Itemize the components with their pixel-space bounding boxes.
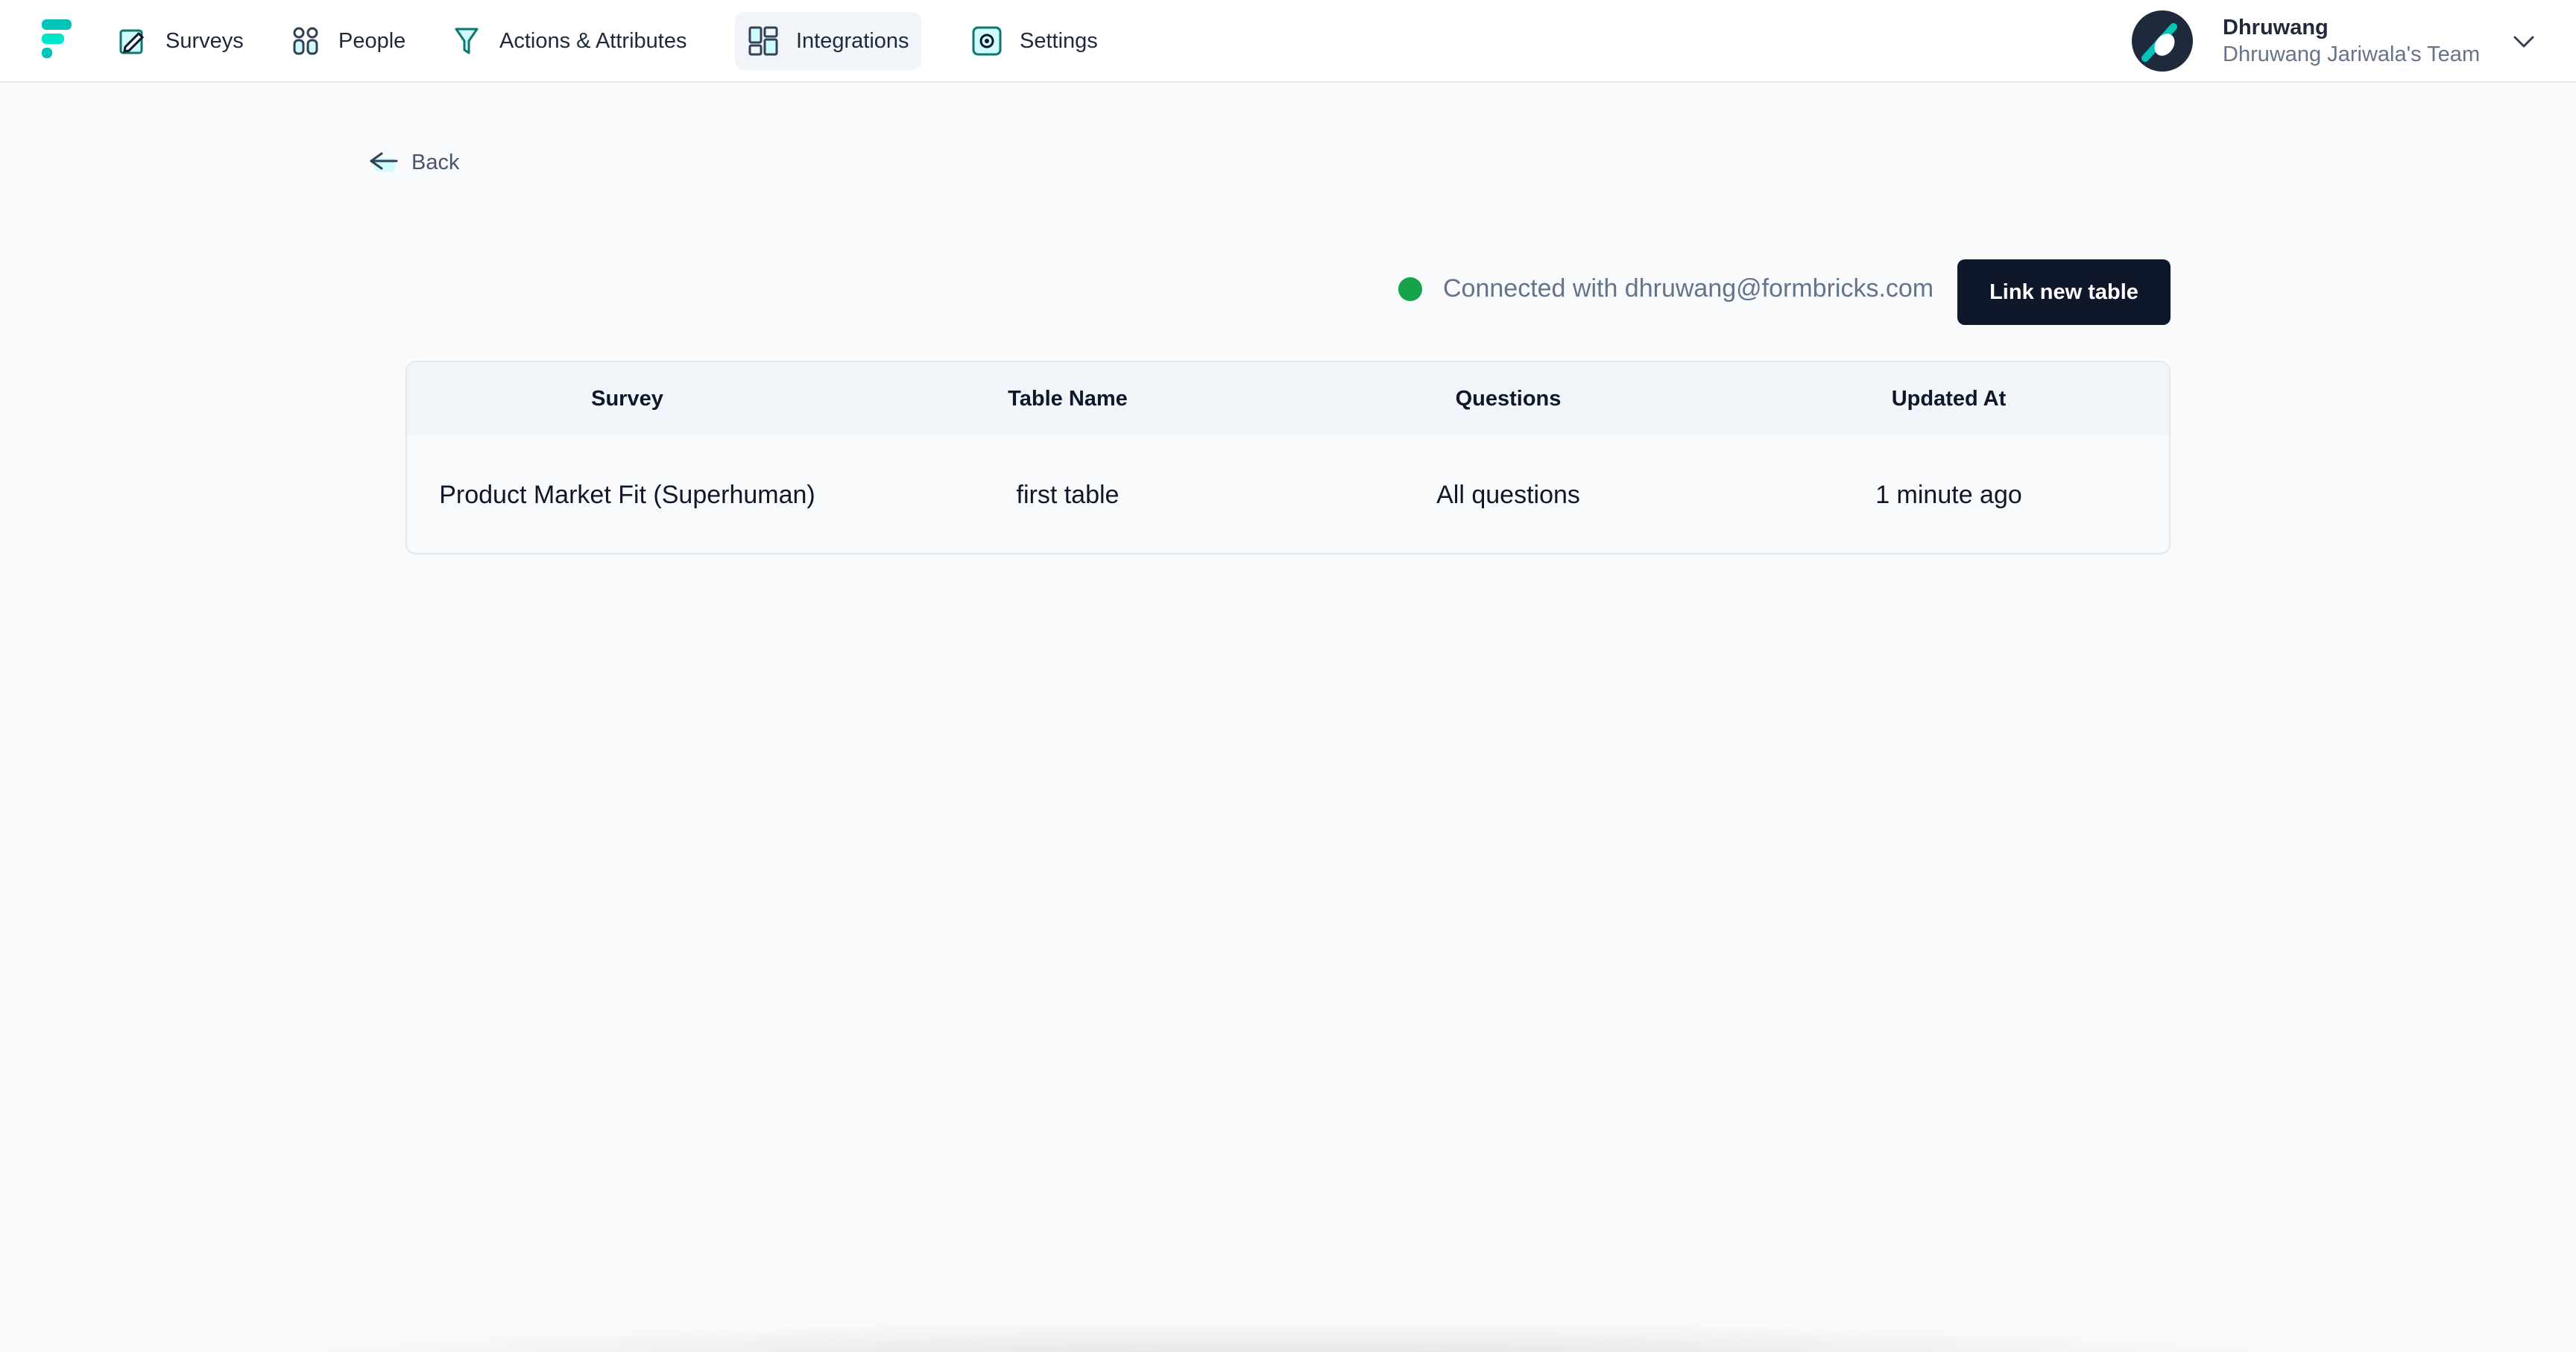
filter-icon bbox=[450, 25, 483, 57]
back-button[interactable]: Back bbox=[367, 148, 459, 177]
connection-status-text: Connected with dhruwang@formbricks.com bbox=[1443, 274, 1934, 303]
survey-icon bbox=[116, 25, 149, 57]
nav-integrations[interactable]: Integrations bbox=[735, 12, 921, 70]
column-header-questions: Questions bbox=[1455, 386, 1562, 411]
nav-settings-label: Settings bbox=[1020, 28, 1098, 53]
account-menu[interactable]: Dhruwang Dhruwang Jariwala's Team bbox=[2132, 9, 2480, 73]
formbricks-logo[interactable] bbox=[42, 19, 72, 58]
back-arrow-icon bbox=[370, 152, 398, 171]
back-label: Back bbox=[411, 150, 460, 174]
nav-surveys-label: Surveys bbox=[165, 28, 244, 53]
column-header-updated-at: Updated At bbox=[1891, 386, 2007, 411]
people-icon bbox=[289, 25, 322, 57]
nav-actions-attributes[interactable]: Actions & Attributes bbox=[438, 12, 698, 70]
nav-surveys[interactable]: Surveys bbox=[104, 12, 256, 70]
cell-survey: Product Market Fit (Superhuman) bbox=[439, 480, 815, 509]
table-header: Survey Table Name Questions Updated At bbox=[407, 362, 2169, 435]
table-row[interactable]: Product Market Fit (Superhuman) first ta… bbox=[407, 435, 2169, 553]
cell-table-name: first table bbox=[1016, 480, 1120, 509]
nav-people[interactable]: People bbox=[277, 12, 417, 70]
connection-status: Connected with dhruwang@formbricks.com bbox=[1398, 274, 1933, 303]
settings-icon bbox=[970, 25, 1003, 57]
top-navigation: Surveys People Actions & Attributes Inte… bbox=[0, 0, 2576, 83]
cell-questions: All questions bbox=[1436, 480, 1580, 509]
status-dot-icon bbox=[1398, 277, 1422, 301]
link-new-table-button[interactable]: Link new table bbox=[1957, 259, 2171, 325]
account-name: Dhruwang bbox=[2223, 15, 2329, 40]
bottom-shadow bbox=[179, 1319, 2397, 1352]
nav-actions-attributes-label: Actions & Attributes bbox=[499, 28, 687, 53]
chevron-down-icon[interactable] bbox=[2510, 28, 2537, 55]
nav-people-label: People bbox=[338, 28, 406, 53]
nav-integrations-label: Integrations bbox=[796, 28, 909, 53]
nav-settings[interactable]: Settings bbox=[959, 12, 1110, 70]
cell-updated-at: 1 minute ago bbox=[1875, 480, 2022, 509]
avatar bbox=[2132, 10, 2193, 72]
integrations-table: Survey Table Name Questions Updated At P… bbox=[405, 361, 2171, 555]
integrations-icon bbox=[747, 25, 780, 57]
column-header-survey: Survey bbox=[591, 386, 663, 411]
account-team: Dhruwang Jariwala's Team bbox=[2223, 42, 2481, 66]
column-header-table-name: Table Name bbox=[1008, 386, 1128, 411]
